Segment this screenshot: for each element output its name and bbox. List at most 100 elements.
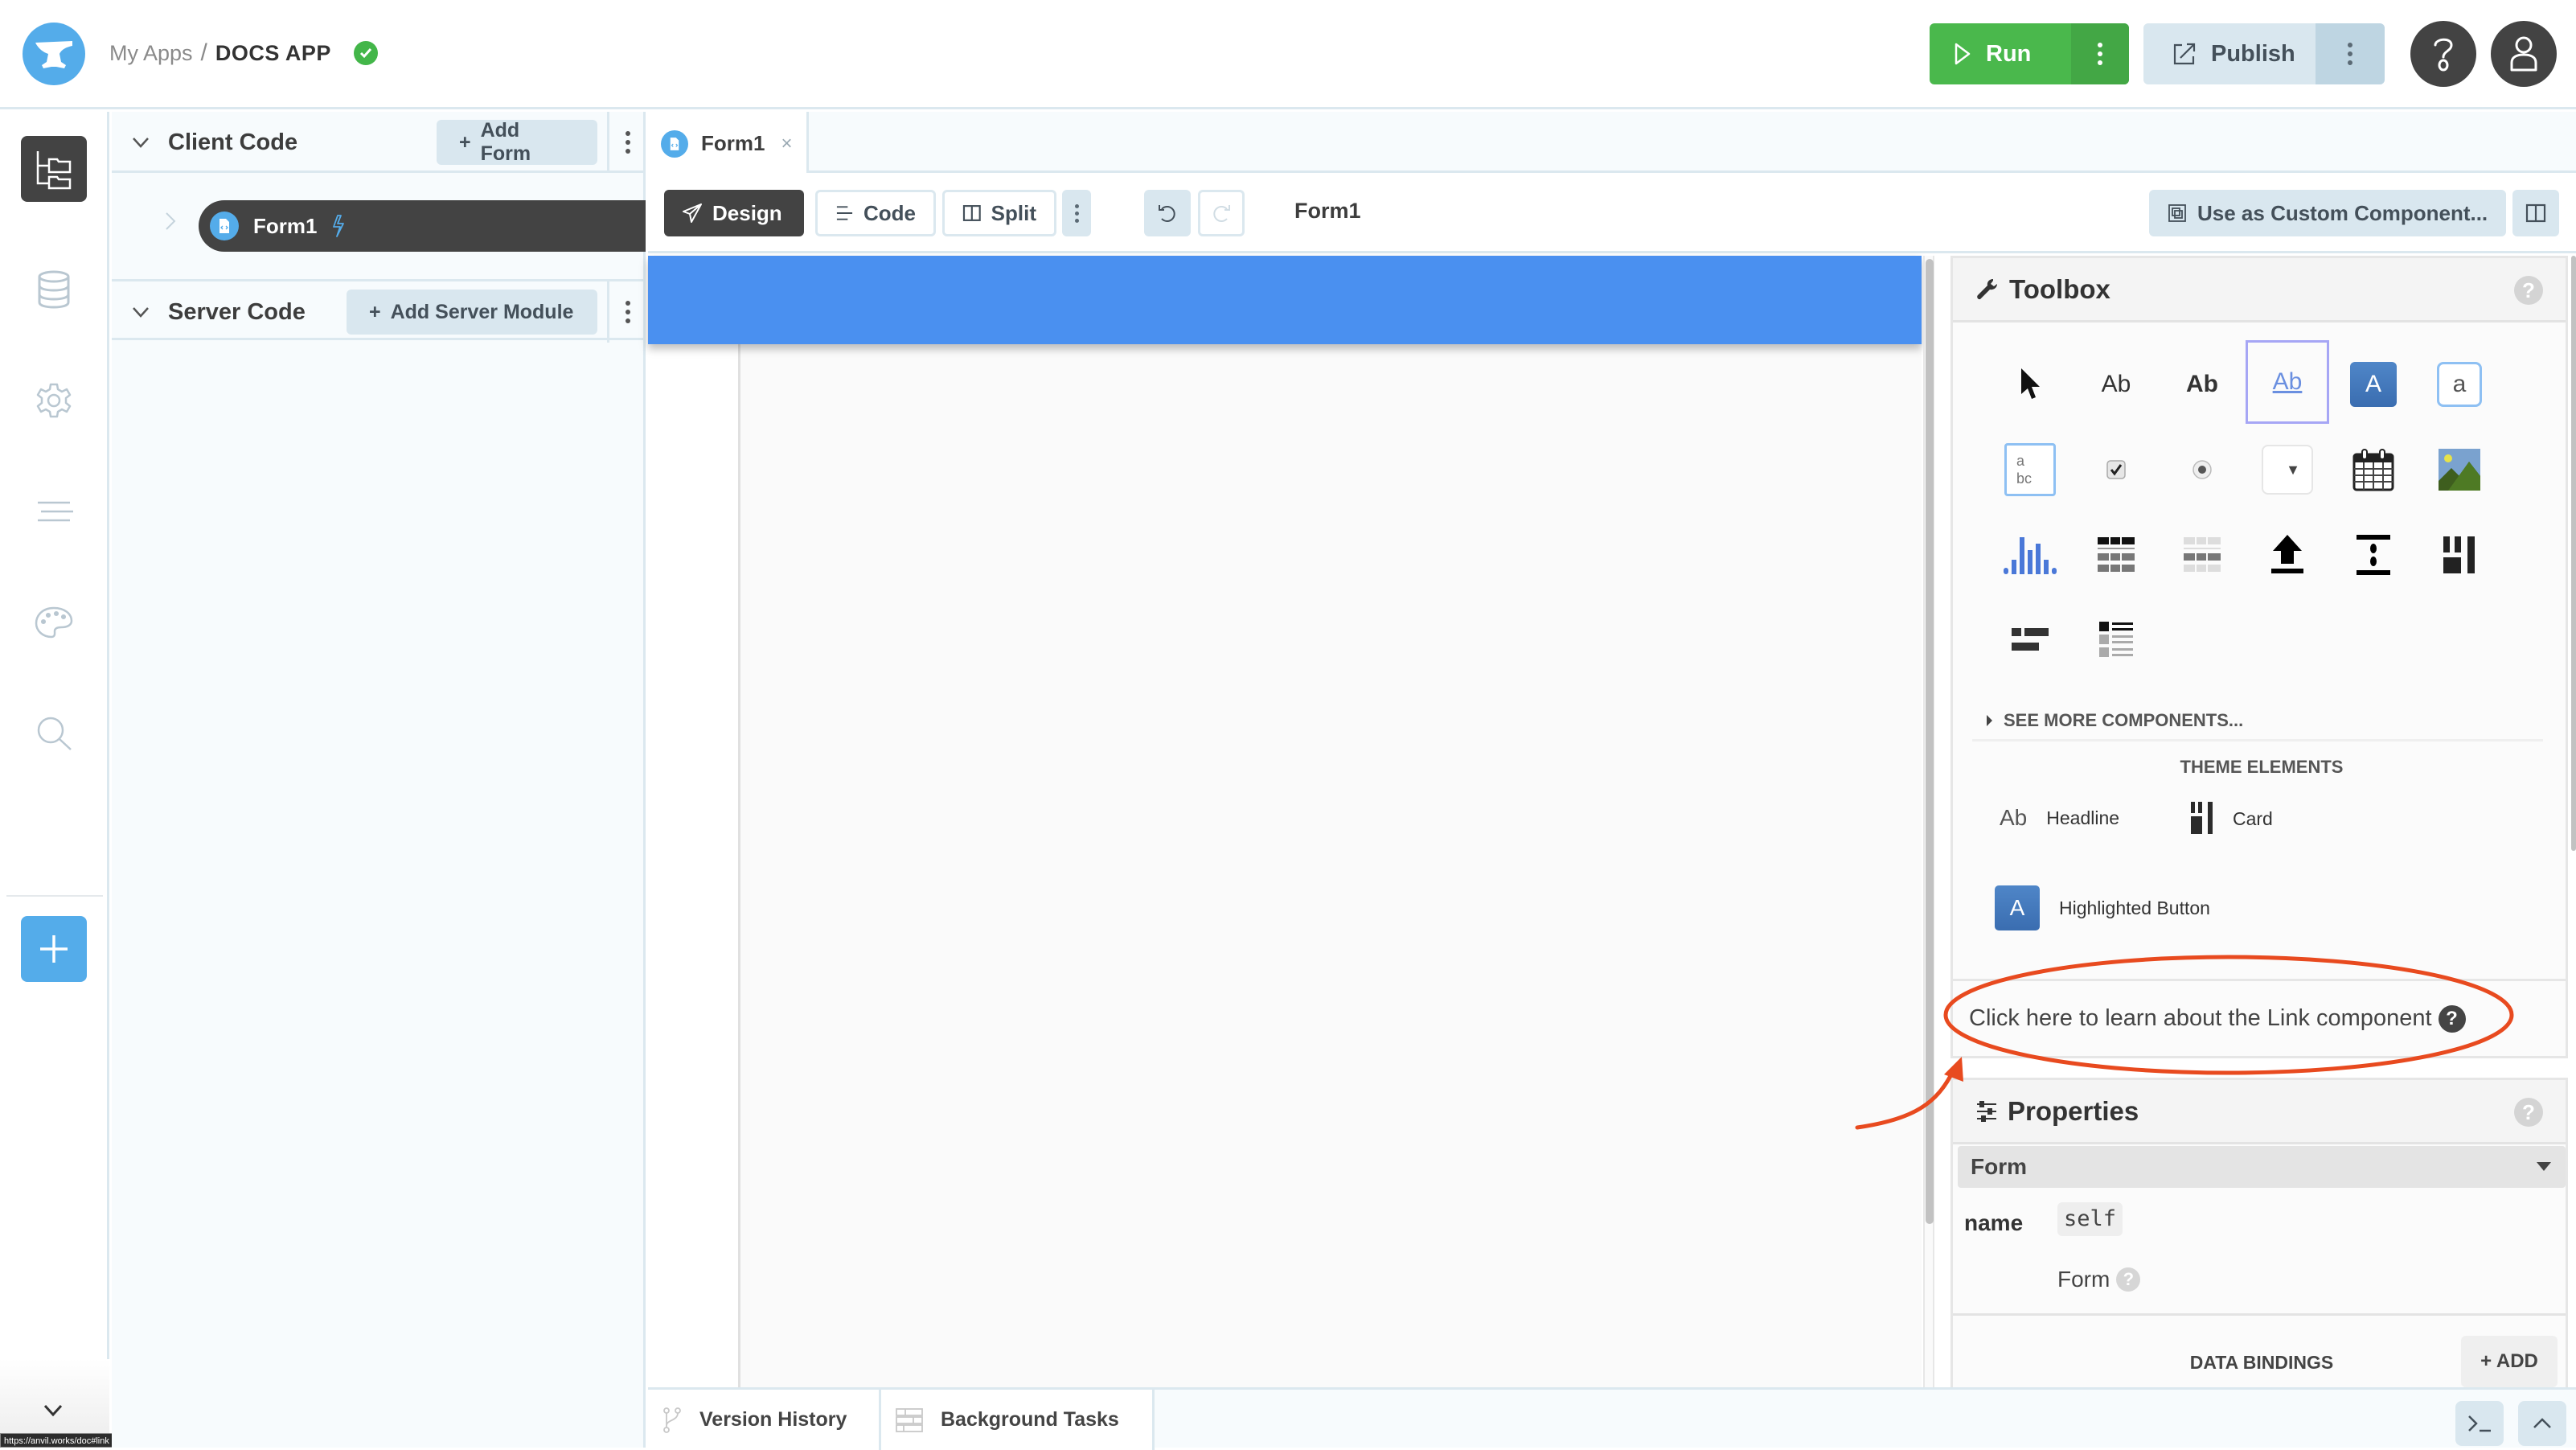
sidebar-item-settings[interactable] [21,368,87,433]
kebab-icon [1074,203,1079,223]
question-icon [2434,38,2453,72]
component-flow-panel[interactable] [1988,598,2072,682]
account-button[interactable] [2491,21,2557,87]
component-textarea[interactable]: a bc [1988,428,2072,511]
component-plot[interactable] [1988,513,2072,597]
component-radio-button[interactable] [2160,428,2244,511]
component-image[interactable] [2418,428,2501,511]
theme-element-highlighted-button[interactable]: A Highlighted Button [1995,885,2210,930]
server-code-section-header: Server Code + Add Server Module [112,279,646,343]
component-link[interactable]: Ab [2246,340,2329,424]
publish-options-button[interactable] [2316,23,2385,84]
breadcrumb-my-apps[interactable]: My Apps [109,39,193,68]
add-form-button[interactable]: + Add Form [437,119,597,165]
component-type-label: Form [2057,1267,2110,1292]
redo-button[interactable] [1198,190,1245,236]
theme-element-card[interactable]: Card [2191,802,2273,836]
use-as-custom-component-button[interactable]: Use as Custom Component... [2149,190,2506,236]
component-column-panel[interactable] [2418,513,2501,597]
spacer-icon [2357,535,2390,575]
view-options-button[interactable] [1062,190,1091,236]
design-view-button[interactable]: Design [664,190,804,236]
help-button[interactable] [2410,21,2476,87]
form-file-icon [661,129,688,158]
component-date-picker[interactable] [2332,428,2415,511]
client-code-menu-button[interactable] [607,112,646,173]
theme-elements-title: THEME ELEMENTS [2180,757,2344,777]
run-options-button[interactable] [2071,23,2129,84]
saved-check-icon [353,41,378,65]
add-server-module-button[interactable]: + Add Server Module [347,290,597,335]
server-code-menu-button[interactable] [607,281,646,343]
component-pointer[interactable] [1988,343,2072,426]
add-data-binding-button[interactable]: + ADD [2461,1336,2558,1387]
component-spacer[interactable] [2332,513,2415,597]
chevron-right-icon[interactable] [165,212,176,231]
scrollbar-thumb[interactable] [1926,259,1934,1224]
component-help-link[interactable]: Click here to learn about the Link compo… [1950,981,2568,1058]
editor-tabs: Form1 × [648,112,2576,175]
palette-icon [35,606,73,639]
component-repeating-panel[interactable] [2160,513,2244,597]
app-name[interactable]: DOCS APP [215,39,331,68]
see-more-components-toggle[interactable]: SEE MORE COMPONENTS... [1987,710,2243,731]
theme-element-label: Card [2233,807,2273,829]
sidebar-item-outline[interactable] [21,479,87,544]
component-checkbox[interactable] [2074,428,2158,511]
split-view-button[interactable]: Split [942,190,1056,236]
publish-button[interactable]: Publish [2143,23,2316,84]
tab-label: Form1 [701,131,765,155]
component-textbox[interactable]: a [2418,343,2501,426]
data-grid-icon [2098,537,2135,572]
anvil-logo[interactable] [23,23,85,85]
tab-form1[interactable]: Form1 × [648,112,809,175]
sidebar-item-data-tables[interactable] [21,257,87,322]
code-view-button[interactable]: Code [815,190,936,236]
right-panel-scrollbar[interactable] [2571,256,2576,851]
help-circle-icon[interactable]: ? [2116,1267,2141,1292]
toggle-panel-button[interactable] [2512,190,2559,236]
component-rich-text[interactable]: Ab [2160,343,2244,426]
form-designer-canvas[interactable] [648,256,1922,1390]
run-button[interactable]: Run [1930,23,2071,84]
card-icon [2191,802,2213,834]
chevron-down-icon[interactable] [43,1404,63,1417]
rich-text-icon: Ab [2186,371,2218,397]
tab-close-icon[interactable]: × [781,133,792,155]
component-selector-dropdown[interactable]: Form [1958,1146,2566,1188]
canvas-scrollbar[interactable] [1923,256,1934,1390]
version-history-tab[interactable]: Version History [648,1390,881,1450]
component-button[interactable]: A [2332,343,2415,426]
toolbox-help-icon[interactable]: ? [2514,276,2543,305]
tree-item-form1[interactable]: Form1 [199,200,646,252]
sidebar-item-app-browser[interactable] [21,136,87,202]
code-label: Code [863,200,916,225]
chevron-down-icon[interactable] [131,133,150,152]
lines-icon [38,501,73,522]
divider [1972,739,2543,741]
link-help-text[interactable]: Click here to learn about the Link compo… [1969,1005,2432,1032]
form-content-area[interactable] [738,344,1922,1390]
split-icon [962,205,981,221]
expand-panel-button[interactable] [2518,1401,2566,1446]
undo-button[interactable] [1144,190,1191,236]
tree-item-label: Form1 [253,213,318,238]
component-dropdown[interactable]: ▼ [2246,428,2329,511]
add-feature-button[interactable] [21,916,87,982]
component-data-grid[interactable] [2074,513,2158,597]
background-tasks-tab[interactable]: Background Tasks [881,1390,1155,1450]
sidebar-item-search[interactable] [21,700,87,766]
highlighted-button-icon: A [1995,885,2040,930]
component-linear-panel[interactable] [2074,598,2158,682]
kebab-icon [625,301,630,323]
chevron-down-icon[interactable] [131,302,150,322]
rail-divider [6,895,103,897]
properties-help-icon[interactable]: ? [2514,1098,2543,1127]
theme-element-headline[interactable]: Ab Headline [2000,805,2119,831]
sidebar-item-theme[interactable] [21,589,87,655]
form-title-bar[interactable] [648,256,1922,344]
component-file-loader[interactable] [2246,513,2329,597]
caret-right-icon [1987,715,1992,726]
component-label[interactable]: Ab [2074,343,2158,426]
console-button[interactable] [2455,1401,2504,1446]
